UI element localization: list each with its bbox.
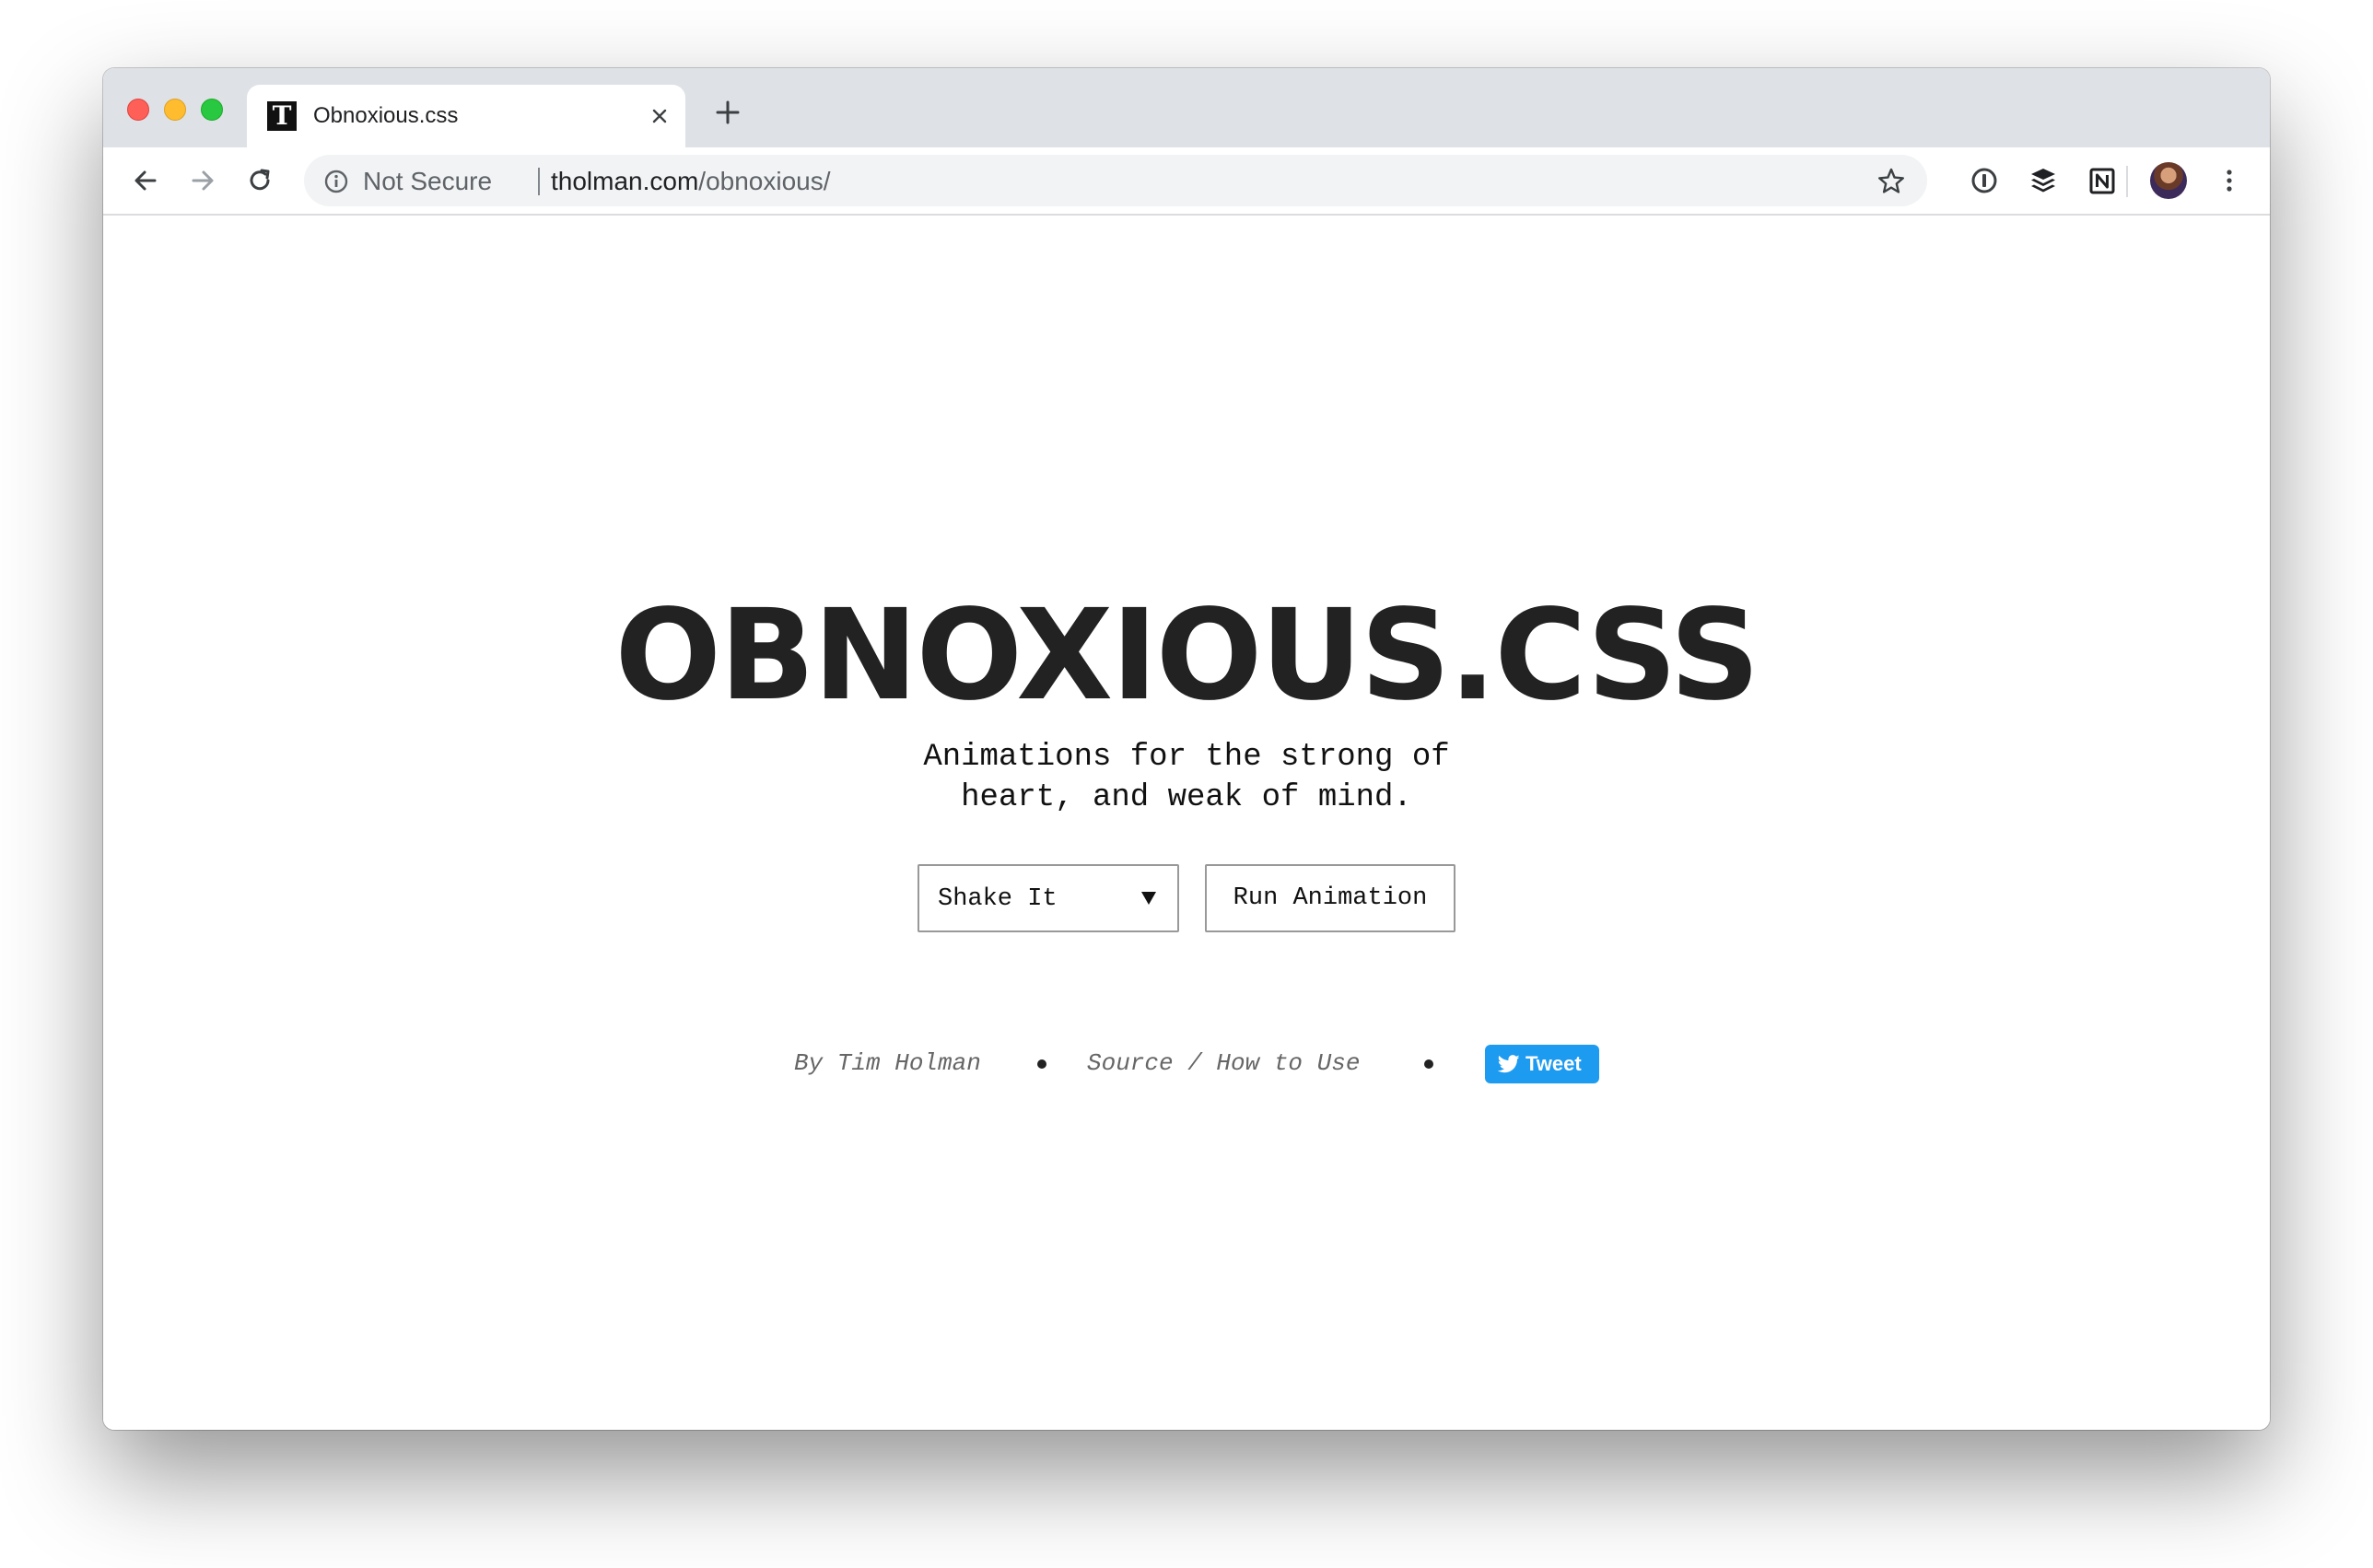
tagline-line-2: heart, and weak of mind. [961, 780, 1412, 815]
close-icon[interactable] [647, 103, 672, 129]
security-status-label[interactable]: Not Secure [363, 167, 492, 196]
info-icon[interactable] [322, 168, 350, 195]
profile-avatar[interactable] [2150, 162, 2187, 199]
close-window-button[interactable] [127, 99, 149, 121]
run-animation-button[interactable]: Run Animation [1205, 864, 1455, 932]
address-bar[interactable]: Not Secure tholman.com/obnoxious/ [304, 155, 1927, 206]
url-path: /obnoxious/ [698, 167, 831, 195]
toolbar-divider [2126, 166, 2128, 197]
url-text[interactable]: tholman.com/obnoxious/ [551, 167, 831, 196]
forward-arrow-icon[interactable] [186, 164, 219, 197]
star-icon[interactable] [1876, 166, 1907, 197]
back-arrow-icon[interactable] [129, 164, 162, 197]
tab-title: Obnoxious.css [313, 103, 459, 128]
tweet-label: Tweet [1526, 1052, 1582, 1075]
page-title: OBNOXIOUS.CSS [614, 583, 1759, 729]
url-host: tholman.com [551, 167, 699, 195]
dropdown-triangle-icon [1141, 892, 1156, 905]
animation-select[interactable]: Shake It [918, 864, 1179, 932]
tab-strip: T Obnoxious.css [103, 68, 2270, 147]
address-bar-divider [538, 168, 540, 195]
new-tab-plus-icon[interactable] [711, 96, 744, 129]
browser-window: T Obnoxious.css Not Secure tholman.com/o… [103, 68, 2270, 1430]
tagline-line-1: Animations for the strong of [923, 740, 1450, 775]
buffer-icon[interactable] [2027, 164, 2060, 197]
minimize-window-button[interactable] [164, 99, 186, 121]
1password-icon[interactable] [1968, 164, 2001, 197]
author-credit-link[interactable]: By Tim Holman [794, 1048, 981, 1078]
kebab-menu-icon[interactable] [2213, 164, 2246, 197]
zoom-window-button[interactable] [201, 99, 223, 121]
source-how-to-use-link[interactable]: Source / How to Use [1087, 1048, 1360, 1078]
footer-separator-dot [1424, 1059, 1433, 1069]
tweet-button[interactable]: Tweet [1485, 1045, 1599, 1083]
footer-separator-dot [1037, 1059, 1046, 1069]
browser-tab-active[interactable]: T Obnoxious.css [247, 85, 685, 147]
page-content: OBNOXIOUS.CSS Animations for the strong … [103, 216, 2270, 1430]
tagline: Animations for the strong of heart, and … [910, 737, 1463, 818]
reload-icon[interactable] [243, 164, 276, 197]
animation-select-value: Shake It [938, 885, 1058, 913]
browser-toolbar: Not Secure tholman.com/obnoxious/ [103, 147, 2270, 216]
twitter-bird-icon [1498, 1055, 1520, 1073]
notion-icon[interactable] [2086, 164, 2119, 197]
site-favicon: T [267, 101, 297, 131]
